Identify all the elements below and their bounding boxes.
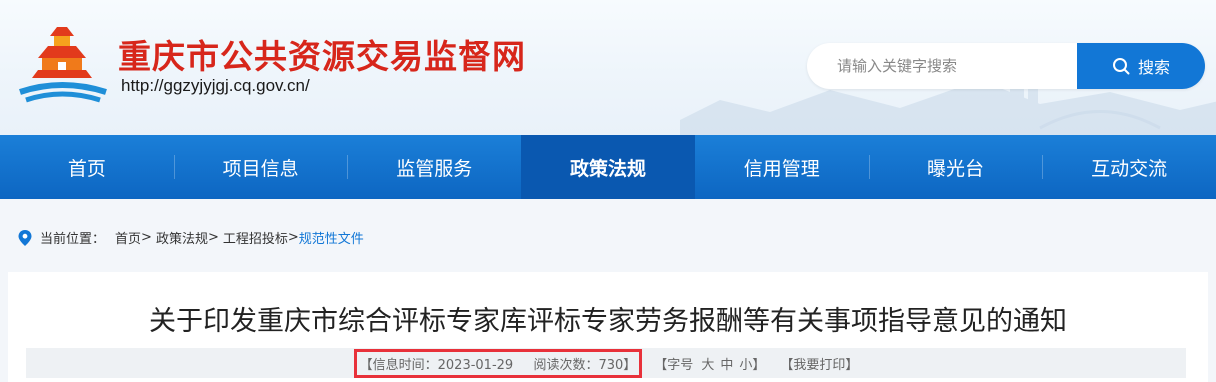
info-time: 【信息时间：2023-01-29 — [359, 357, 514, 373]
nav-item-exposure[interactable]: 曝光台 — [868, 135, 1043, 199]
breadcrumb-item-current[interactable]: 规范性文件 — [299, 228, 364, 247]
breadcrumb-item-home[interactable]: 首页 — [115, 228, 141, 247]
article-panel: 关于印发重庆市综合评标专家库评标专家劳务报酬等有关事项指导意见的通知 【信息时间… — [8, 272, 1208, 382]
font-size-medium[interactable]: 中 — [720, 354, 733, 373]
breadcrumb-separator: > — [287, 230, 299, 245]
nav-item-project-info[interactable]: 项目信息 — [173, 135, 348, 199]
site-header: 重庆市公共资源交易监督网 http://ggzyjyjgj.cq.gov.cn/… — [0, 0, 1216, 135]
breadcrumb-item-policy[interactable]: 政策法规 — [156, 228, 208, 247]
search-input[interactable] — [807, 43, 1107, 89]
site-url[interactable]: http://ggzyjyjgj.cq.gov.cn/ — [121, 76, 310, 96]
breadcrumb-item-bidding[interactable]: 工程招投标 — [223, 228, 288, 247]
font-size-small[interactable]: 小】 — [739, 354, 765, 373]
info-highlight-box: 【信息时间：2023-01-29 阅读次数：730】 — [353, 348, 643, 378]
main-nav: 首页 项目信息 监管服务 政策法规 信用管理 曝光台 互动交流 — [0, 135, 1216, 199]
article-meta-bar: 【信息时间：2023-01-29 阅读次数：730】 【字号 大 中 小】 【我… — [26, 348, 1186, 378]
location-pin-icon — [18, 229, 32, 246]
city-gate-logo-icon — [19, 27, 107, 103]
breadcrumb-prefix: 当前位置： — [40, 232, 106, 247]
article-meta: 【信息时间：2023-01-29 阅读次数：730】 【字号 大 中 小】 【我… — [26, 348, 1186, 378]
breadcrumb-separator: > — [207, 230, 219, 245]
read-count: 阅读次数：730】 — [533, 357, 637, 373]
font-size-large[interactable]: 大 — [701, 354, 714, 373]
nav-item-home[interactable]: 首页 — [0, 135, 174, 199]
nav-item-policy-regulations[interactable]: 政策法规 — [521, 135, 695, 199]
font-size-label: 【字号 — [654, 357, 694, 373]
search-button-label: 搜索 — [1137, 58, 1170, 77]
breadcrumb-separator: > — [141, 230, 152, 245]
nav-item-interaction[interactable]: 互动交流 — [1042, 135, 1216, 199]
search-box: 搜索 — [807, 43, 1205, 89]
site-title: 重庆市公共资源交易监督网 — [118, 37, 526, 76]
article-title: 关于印发重庆市综合评标专家库评标专家劳务报酬等有关事项指导意见的通知 — [149, 306, 1067, 337]
breadcrumb: 当前位置： 首页 > 政策法规 > 工程招投标 > 规范性文件 — [18, 228, 364, 247]
nav-item-supervision-service[interactable]: 监管服务 — [347, 135, 521, 199]
nav-item-credit-management[interactable]: 信用管理 — [695, 135, 869, 199]
search-icon — [1112, 58, 1130, 75]
search-button[interactable]: 搜索 — [1077, 43, 1205, 89]
print-link[interactable]: 【我要打印】 — [780, 354, 858, 373]
